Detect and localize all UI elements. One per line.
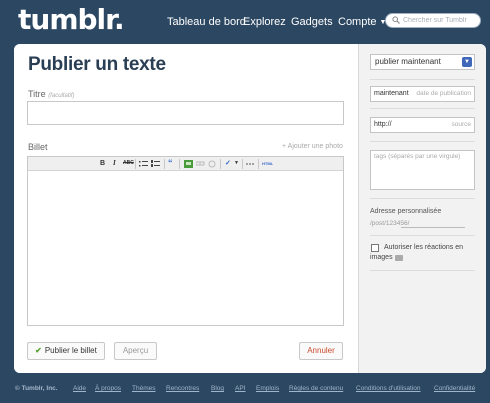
title-input[interactable] bbox=[27, 101, 344, 125]
toolbar-divider bbox=[135, 159, 136, 169]
publish-button-label: Publier le billet bbox=[44, 346, 97, 355]
bullet-list-icon[interactable] bbox=[139, 160, 148, 168]
footer-link[interactable]: À propos bbox=[95, 385, 121, 392]
numbered-list-icon[interactable] bbox=[151, 160, 160, 168]
italic-button[interactable]: I bbox=[113, 159, 116, 168]
publish-mode-select[interactable]: publier maintenant ▼ bbox=[370, 54, 475, 70]
toolbar-divider bbox=[220, 159, 221, 169]
nav-account[interactable]: Compte ▼ bbox=[338, 16, 386, 28]
nav-dashboard[interactable]: Tableau de bord bbox=[167, 16, 246, 28]
header: tumblr. Tableau de bord Explorez Gadgets… bbox=[0, 0, 490, 44]
post-options-sidebar: publier maintenant ▼ maintenant date de … bbox=[358, 44, 486, 373]
divider bbox=[370, 198, 475, 199]
divider bbox=[370, 270, 475, 271]
toolbar-divider bbox=[242, 159, 243, 169]
toolbar-divider bbox=[179, 159, 180, 169]
title-label: Titre (facultatif) bbox=[28, 89, 75, 99]
nav-gadgets[interactable]: Gadgets bbox=[291, 16, 333, 28]
footer-link[interactable]: Rencontres bbox=[166, 385, 199, 392]
camera-icon bbox=[395, 255, 403, 261]
divider bbox=[370, 108, 475, 109]
nav-explore[interactable]: Explorez bbox=[243, 16, 286, 28]
read-more-icon[interactable] bbox=[246, 161, 255, 167]
divider bbox=[370, 141, 475, 142]
page-title: Publier un texte bbox=[28, 54, 166, 75]
footer: © Tumblr, Inc. Aide À propos Thèmes Renc… bbox=[0, 385, 490, 399]
photo-replies-label: Autoriser les réactions en bbox=[384, 244, 463, 251]
photo-replies-label-2: images bbox=[370, 254, 393, 261]
copyright: © Tumblr, Inc. bbox=[15, 385, 58, 392]
tags-placeholder: tags (séparés par une virgule) bbox=[374, 153, 461, 160]
spellcheck-icon[interactable]: ✓ bbox=[225, 159, 231, 168]
body-label: Billet bbox=[28, 142, 48, 152]
custom-url-label: Adresse personnalisée bbox=[370, 208, 442, 215]
html-button[interactable]: HTML bbox=[262, 159, 273, 168]
publish-button[interactable]: ✔ Publier le billet bbox=[27, 342, 105, 360]
strike-button[interactable]: ABC bbox=[123, 159, 134, 168]
chevron-down-icon[interactable]: ▼ bbox=[234, 159, 239, 168]
title-label-text: Titre bbox=[28, 89, 46, 99]
custom-url-input[interactable] bbox=[401, 227, 465, 228]
post-form: Publier un texte Titre (facultatif) Bill… bbox=[14, 44, 358, 373]
search-icon bbox=[392, 16, 400, 24]
photo-replies-checkbox[interactable] bbox=[371, 244, 379, 252]
footer-link[interactable]: Conditions d'utilisation bbox=[356, 385, 420, 392]
divider bbox=[370, 235, 475, 236]
publish-mode-value: publier maintenant bbox=[375, 57, 441, 66]
checkmark-icon: ✔ bbox=[35, 346, 42, 355]
link-icon[interactable] bbox=[196, 161, 205, 167]
footer-link[interactable]: API bbox=[235, 385, 245, 392]
publish-date-value: maintenant bbox=[374, 90, 409, 97]
search-input[interactable] bbox=[403, 14, 479, 27]
tumblr-logo[interactable]: tumblr. bbox=[18, 3, 125, 36]
chevron-down-icon: ▼ bbox=[462, 57, 472, 67]
add-photo-link[interactable]: + Ajouter une photo bbox=[282, 143, 343, 150]
publish-date-field[interactable]: maintenant date de publication bbox=[370, 86, 475, 102]
image-icon[interactable] bbox=[184, 160, 193, 168]
footer-link[interactable]: Emplois bbox=[256, 385, 279, 392]
divider bbox=[370, 79, 475, 80]
cancel-button[interactable]: Annuler bbox=[299, 342, 343, 360]
source-field[interactable]: http:// source bbox=[370, 117, 475, 133]
post-panel: Publier un texte Titre (facultatif) Bill… bbox=[14, 44, 486, 373]
footer-link[interactable]: Règles de contenu bbox=[289, 385, 343, 392]
toolbar-divider bbox=[258, 159, 259, 169]
title-optional-hint: (facultatif) bbox=[48, 93, 75, 99]
footer-link[interactable]: Confidentialité bbox=[434, 385, 475, 392]
publish-date-placeholder: date de publication bbox=[416, 90, 471, 97]
source-value: http:// bbox=[374, 121, 392, 128]
unlink-icon[interactable] bbox=[208, 160, 216, 168]
blockquote-icon[interactable]: “ bbox=[168, 159, 173, 168]
nav-account-label: Compte bbox=[338, 16, 377, 28]
editor-toolbar: B I ABC “ ✓ ▼ HTML bbox=[28, 157, 343, 171]
footer-link[interactable]: Aide bbox=[73, 385, 86, 392]
toolbar-divider bbox=[164, 159, 165, 169]
source-placeholder: source bbox=[451, 121, 471, 128]
footer-link[interactable]: Blog bbox=[211, 385, 224, 392]
custom-url-prefix: /post/123456/ bbox=[370, 220, 410, 227]
footer-link[interactable]: Thèmes bbox=[132, 385, 155, 392]
tags-input[interactable]: tags (séparés par une virgule) bbox=[370, 150, 475, 190]
body-editor[interactable]: B I ABC “ ✓ ▼ HTML bbox=[27, 156, 344, 326]
bold-button[interactable]: B bbox=[100, 159, 105, 168]
preview-button[interactable]: Aperçu bbox=[114, 342, 157, 360]
search-box[interactable] bbox=[385, 13, 481, 28]
